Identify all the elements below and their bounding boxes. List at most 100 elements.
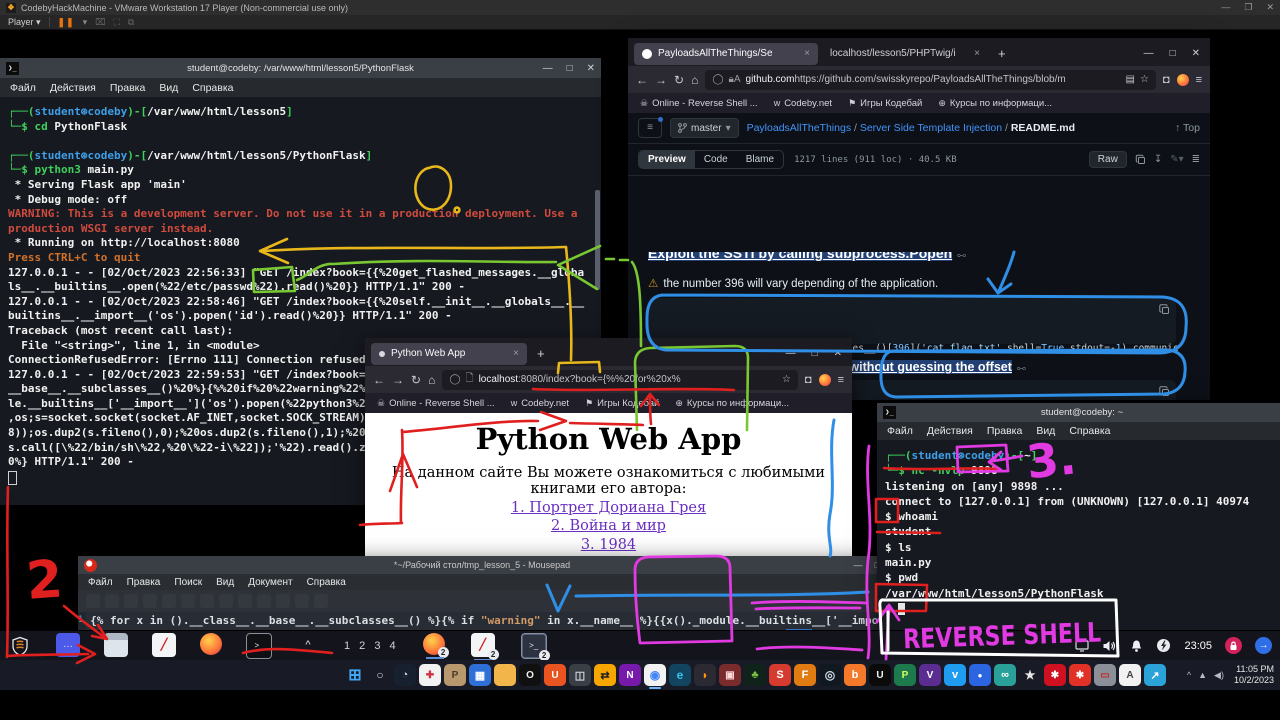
- tab-blame[interactable]: Blame: [737, 151, 783, 168]
- menu-item[interactable]: Действия: [50, 82, 96, 94]
- minimize-button[interactable]: —: [543, 63, 553, 74]
- terminal2-titlebar[interactable]: ❯_ student@codeby: ~: [877, 403, 1280, 422]
- tray-network-icon[interactable]: ▲: [1198, 670, 1207, 681]
- gear-red-icon[interactable]: ✱: [1044, 664, 1066, 686]
- tab-close-icon[interactable]: ×: [513, 348, 519, 359]
- vmware-pause-dropdown[interactable]: ▾: [83, 17, 88, 28]
- toolbar-icon[interactable]: [200, 594, 214, 608]
- terminal1-scrollbar[interactable]: [595, 190, 600, 290]
- menu-item[interactable]: Правка: [127, 577, 161, 588]
- terminal1-titlebar[interactable]: ❯_ student@codeby: /var/www/html/lesson5…: [0, 58, 601, 78]
- chevron-up-icon[interactable]: ^: [296, 633, 320, 657]
- bookmark-item[interactable]: wCodeby.net: [774, 98, 832, 109]
- menu-item[interactable]: Вид: [159, 82, 178, 94]
- toolbar-icon[interactable]: [238, 594, 252, 608]
- toolbar-icon[interactable]: [181, 594, 195, 608]
- app-red-icon[interactable]: ▣: [719, 664, 741, 686]
- close-button[interactable]: ✕: [587, 63, 595, 74]
- trade-icon[interactable]: ⇄: [594, 664, 616, 686]
- speedtest-icon[interactable]: ◔: [394, 664, 416, 686]
- toolbar-icon[interactable]: [314, 594, 328, 608]
- tab-code[interactable]: Code: [695, 151, 737, 168]
- branch-selector[interactable]: master▾: [670, 118, 739, 138]
- vmware-minimize-button[interactable]: —: [1221, 2, 1230, 13]
- toolbar-icon[interactable]: [162, 594, 176, 608]
- edge-icon[interactable]: e: [669, 664, 691, 686]
- maximize-button[interactable]: □: [812, 348, 818, 359]
- close-button[interactable]: ✕: [1192, 48, 1200, 59]
- menu-item[interactable]: Вид: [216, 577, 234, 588]
- toolbar-icon[interactable]: [295, 594, 309, 608]
- shazam-icon[interactable]: S: [769, 664, 791, 686]
- unreal-icon[interactable]: U: [869, 664, 891, 686]
- bookmark-item[interactable]: ⊕Курсы по информаци...: [938, 98, 1052, 109]
- menu-item[interactable]: Документ: [248, 577, 292, 588]
- home-icon[interactable]: ⌂: [691, 73, 698, 87]
- menu-item[interactable]: Файл: [88, 577, 113, 588]
- vmware-player-menu[interactable]: Player ▾: [8, 17, 41, 28]
- autodesk-icon[interactable]: F: [794, 664, 816, 686]
- menu-icon[interactable]: ≡: [838, 374, 844, 386]
- toolbar-icon[interactable]: [143, 594, 157, 608]
- app-menu-icon[interactable]: [8, 634, 32, 658]
- display-app-icon[interactable]: ▭: [1094, 664, 1116, 686]
- bookmark-item[interactable]: ⊕Курсы по информаци...: [675, 398, 789, 409]
- copy-icon[interactable]: [1135, 154, 1146, 165]
- camera-icon[interactable]: ◎: [819, 664, 841, 686]
- bookmark-item[interactable]: wCodeby.net: [511, 398, 569, 409]
- back-icon[interactable]: ←: [636, 73, 648, 87]
- menu-item[interactable]: Правка: [110, 82, 145, 94]
- menu-item[interactable]: Правка: [987, 425, 1022, 437]
- vmware-close-button[interactable]: ✕: [1266, 2, 1274, 13]
- search-icon[interactable]: ○: [369, 664, 391, 686]
- tab-close-icon[interactable]: ×: [804, 48, 810, 59]
- chrome-icon[interactable]: ◉: [644, 664, 666, 686]
- url-bar[interactable]: ◯ 🔒︎A github.comhttps://github.com/swiss…: [705, 70, 1156, 90]
- menu-icon[interactable]: ≡: [1196, 74, 1202, 86]
- bookmark-star-icon[interactable]: ☆: [782, 374, 791, 385]
- minimize-button[interactable]: —: [854, 560, 863, 570]
- reader-icon[interactable]: ▤: [1126, 74, 1135, 85]
- vmware-pause-button[interactable]: ❚❚: [58, 17, 75, 28]
- reload-icon[interactable]: ↻: [674, 73, 684, 87]
- anchor-link-icon[interactable]: ⧟: [957, 252, 966, 260]
- maximize-button[interactable]: □: [567, 63, 573, 74]
- tab-payloadsallthethings[interactable]: PayloadsAllTheThings/Se ×: [634, 43, 818, 65]
- menu-item[interactable]: Файл: [10, 82, 36, 94]
- vmware-maximize-button[interactable]: ❐: [1244, 2, 1252, 13]
- forward-icon[interactable]: →: [392, 373, 404, 387]
- mousepad-launcher-icon[interactable]: ╱: [152, 633, 176, 657]
- menu-item[interactable]: Поиск: [174, 577, 202, 588]
- menu-item[interactable]: Справка: [1069, 425, 1110, 437]
- toolbar-icon[interactable]: [276, 594, 290, 608]
- anchor-link-icon[interactable]: ⧟: [1017, 363, 1026, 373]
- home-icon[interactable]: ⌂: [428, 373, 435, 387]
- terminal-window-shell[interactable]: ❯_ student@codeby: ~ ФайлДействияПравкаВ…: [877, 403, 1280, 660]
- power-manager-icon[interactable]: [1156, 638, 1171, 653]
- tab-localhost-phptwig[interactable]: localhost/lesson5/PHPTwig/i ×: [822, 43, 988, 65]
- minimize-button[interactable]: —: [786, 348, 796, 359]
- notifications-bell-icon[interactable]: [1130, 639, 1143, 653]
- firefox-account-icon[interactable]: [1177, 74, 1189, 86]
- tab-preview[interactable]: Preview: [639, 151, 695, 168]
- raw-button[interactable]: Raw: [1089, 151, 1127, 168]
- vmware-fullscreen-icon[interactable]: ⛶: [114, 17, 120, 28]
- calendar-icon[interactable]: ▦: [469, 664, 491, 686]
- virtualbox-icon[interactable]: ◫: [569, 664, 591, 686]
- tab-python-web-app[interactable]: Python Web App ×: [371, 343, 527, 365]
- toolbar-icon[interactable]: [86, 594, 100, 608]
- pocket-icon[interactable]: ◘: [805, 374, 812, 386]
- firefox-task-icon[interactable]: 2: [423, 633, 445, 655]
- firefox-icon[interactable]: ◗: [694, 664, 716, 686]
- screenlock-tray-icon[interactable]: [1225, 637, 1242, 654]
- visualstudio-icon[interactable]: V: [919, 664, 941, 686]
- toolbar-icon[interactable]: [257, 594, 271, 608]
- terminal-task-icon[interactable]: >_2: [521, 633, 547, 659]
- shield-icon[interactable]: ◯: [712, 74, 723, 85]
- forward-icon[interactable]: →: [655, 73, 667, 87]
- reload-icon[interactable]: ↻: [411, 373, 421, 387]
- download-icon[interactable]: ↧: [1154, 154, 1162, 165]
- file-manager-icon[interactable]: [104, 633, 128, 657]
- windows-clock[interactable]: 11:05 PM10/2/2023: [1234, 664, 1274, 686]
- telegram-icon[interactable]: ↗: [1144, 664, 1166, 686]
